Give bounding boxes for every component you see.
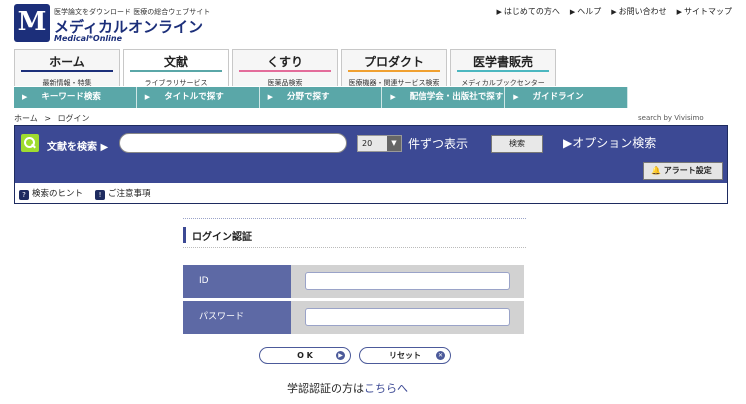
tab-color-bar — [21, 70, 113, 72]
main-tabs: ホーム 最新情報・特集 文献 ライブラリサービス くすり 医薬品検索 プロダクト 医療機… — [14, 49, 556, 87]
header-accent — [183, 227, 186, 243]
toplink-beginners[interactable]: ▶ はじめての方へ — [496, 6, 559, 17]
tab-title: 医学書販売 — [472, 55, 533, 69]
bell-icon: 🔔 — [651, 166, 661, 175]
toplink-help[interactable]: ▶ ヘルプ — [570, 6, 601, 17]
search-label: 文献を検索 ▶ — [47, 142, 109, 153]
tab-products[interactable]: プロダクト 医療機器・関連サービス検索 — [341, 49, 447, 87]
search-bar: 文献を検索 ▶ 20 ▼ 件ずつ表示 検索 ▶オプション検索 🔔 アラート設定 — [15, 126, 727, 183]
tab-color-bar — [239, 70, 331, 72]
breadcrumb-home[interactable]: ホーム — [14, 114, 38, 123]
password-row: パスワード — [183, 301, 524, 334]
per-page-label: 件ずつ表示 — [408, 137, 469, 151]
nav-keyword-search[interactable]: ▶ キーワード検索 — [14, 87, 137, 108]
password-input[interactable] — [305, 308, 510, 326]
question-icon: ? — [19, 190, 29, 200]
tab-color-bar — [348, 70, 440, 72]
tab-color-bar — [457, 70, 549, 72]
notes-link[interactable]: ! ご注意事項 — [95, 187, 151, 200]
arrow-right-icon: ▶ — [336, 351, 345, 360]
option-search-link[interactable]: ▶オプション検索 — [563, 134, 656, 151]
id-input[interactable] — [305, 272, 510, 290]
tab-title: くすり — [266, 55, 303, 69]
tab-title: プロダクト — [363, 55, 424, 69]
toplink-sitemap[interactable]: ▶ サイトマップ — [677, 6, 732, 17]
close-icon: ✕ — [436, 351, 445, 360]
tab-title: ホーム — [49, 55, 85, 69]
site-logo[interactable]: M 医学論文をダウンロード 医療の総合ウェブサイト メディカルオンライン Med… — [14, 4, 214, 44]
tab-title: 文献 — [163, 55, 188, 69]
gakunin-text: 学認認証の方は — [287, 382, 364, 395]
id-label: ID — [183, 265, 291, 298]
nav-title-search[interactable]: ▶ タイトルで探す — [137, 87, 260, 108]
breadcrumb-sep: > — [44, 114, 52, 123]
gakunin-notice: 学認認証の方はこちらへ — [287, 380, 408, 396]
top-links: ▶ はじめての方へ ▶ ヘルプ ▶ お問い合わせ ▶ サイトマップ — [496, 6, 732, 17]
breadcrumb: ホーム > ログイン — [14, 113, 90, 124]
toplink-contact[interactable]: ▶ お問い合わせ — [611, 6, 666, 17]
nav-publisher-search[interactable]: ▶ 配信学会・出版社で探す — [382, 87, 506, 108]
results-per-page-select[interactable]: 20 ▼ — [357, 135, 402, 152]
id-row: ID — [183, 265, 524, 298]
alert-settings-button[interactable]: 🔔 アラート設定 — [643, 162, 723, 180]
search-panel: 文献を検索 ▶ 20 ▼ 件ずつ表示 検索 ▶オプション検索 🔔 アラート設定 ?… — [14, 125, 728, 204]
search-button[interactable]: 検索 — [491, 135, 543, 153]
search-by-vivisimo: search by Vivisimo — [638, 114, 704, 122]
password-label: パスワード — [183, 301, 291, 334]
tab-home[interactable]: ホーム 最新情報・特集 — [14, 49, 120, 87]
breadcrumb-current: ログイン — [57, 114, 90, 123]
login-title: ログイン認証 — [192, 232, 252, 243]
search-hint-link[interactable]: ? 検索のヒント — [19, 187, 83, 200]
reset-button[interactable]: リセット ✕ — [359, 347, 451, 364]
login-header: ログイン認証 — [183, 218, 526, 248]
ok-button[interactable]: O K ▶ — [259, 347, 351, 364]
login-buttons: O K ▶ リセット ✕ — [259, 347, 451, 364]
tab-color-bar — [130, 70, 222, 72]
search-input[interactable] — [119, 133, 347, 153]
tab-bookstore[interactable]: 医学書販売 メディカルブックセンター — [450, 49, 556, 87]
logo-name-en: Medical*Online — [54, 34, 123, 43]
nav-field-search[interactable]: ▶ 分野で探す — [260, 87, 383, 108]
logo-mark: M — [14, 4, 50, 42]
login-panel: ログイン認証 ID パスワード — [183, 218, 526, 334]
gakunin-link[interactable]: こちらへ — [364, 382, 408, 395]
tab-literature[interactable]: 文献 ライブラリサービス — [123, 49, 229, 87]
exclamation-icon: ! — [95, 190, 106, 200]
tab-drugs[interactable]: くすり 医薬品検索 — [232, 49, 338, 87]
search-icon — [21, 134, 39, 152]
search-help-links: ? 検索のヒント ! ご注意事項 — [19, 187, 151, 200]
chevron-down-icon: ▼ — [387, 136, 401, 151]
sub-nav: ▶ キーワード検索 ▶ タイトルで探す ▶ 分野で探す ▶ 配信学会・出版社で探す ▶ ガ… — [14, 87, 628, 108]
nav-guidelines[interactable]: ▶ ガイドライン — [505, 87, 628, 108]
